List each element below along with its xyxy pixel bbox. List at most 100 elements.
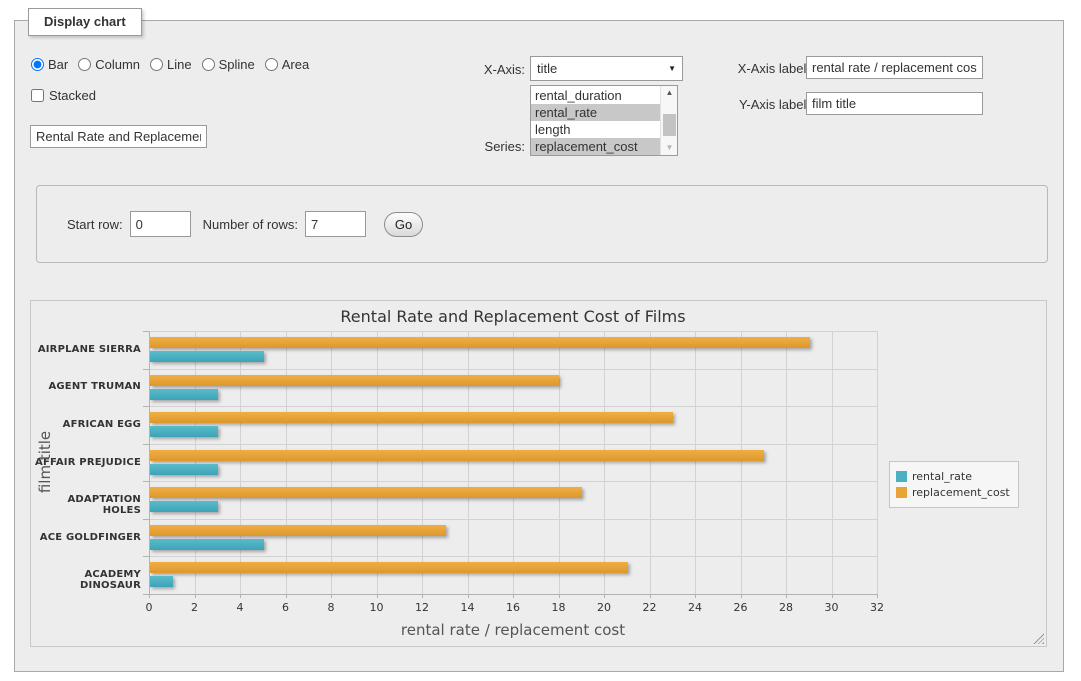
x-tick-label-8: 8 [316, 601, 346, 614]
legend-label-rental_rate: rental_rate [912, 470, 972, 483]
chart-title-input[interactable] [30, 125, 207, 148]
y-axis-label-field-label: Y-Axis label: [670, 97, 810, 112]
num-rows-input[interactable] [305, 211, 366, 237]
stacked-checkbox[interactable] [31, 89, 44, 102]
category-label-airplane-sierra: AIRPLANE SIERRA [31, 344, 141, 355]
chart-container: Rental Rate and Replacement Cost of Film… [30, 300, 1047, 647]
series-option-rental_duration[interactable]: rental_duration [531, 87, 660, 104]
panel-title: Display chart [28, 8, 142, 36]
gridline-y-3 [149, 444, 877, 445]
chart-type-radio-column[interactable] [78, 58, 91, 71]
chart-title: Rental Rate and Replacement Cost of Film… [149, 307, 877, 326]
x-axis-select-value: title [537, 61, 668, 76]
x-tick-label-28: 28 [771, 601, 801, 614]
chart-type-label-column: Column [95, 57, 140, 72]
x-tick-32 [877, 594, 878, 598]
bar-replacement_cost-adaptation-holes [150, 487, 582, 498]
y-axis-title: film title [36, 362, 54, 562]
gridline-y-5 [149, 519, 877, 520]
start-row-input[interactable] [130, 211, 191, 237]
x-axis-line [149, 594, 877, 595]
start-row-label: Start row: [67, 217, 123, 232]
x-axis-select[interactable]: title ▼ [530, 56, 683, 81]
x-axis-title: rental rate / replacement cost [149, 621, 877, 639]
bar-rental_rate-african-egg [150, 426, 218, 437]
gridline-x-16 [513, 331, 514, 594]
chart-type-option-area[interactable]: Area [265, 57, 309, 72]
x-axis-field-label: X-Axis: [385, 62, 525, 77]
bar-replacement_cost-agent-truman [150, 375, 559, 386]
display-chart-panel: Display chart BarColumnLineSplineArea St… [14, 20, 1064, 672]
chart-type-radio-group: Bar Column Line Spline Area [31, 57, 319, 72]
chart-type-option-bar[interactable]: Bar [31, 57, 68, 72]
gridline-x-32 [877, 331, 878, 594]
bar-replacement_cost-african-egg [150, 412, 673, 423]
scroll-down-icon[interactable]: ▼ [661, 141, 678, 155]
x-tick-label-14: 14 [453, 601, 483, 614]
series-listbox[interactable]: rental_durationrental_ratelengthreplacem… [530, 85, 678, 156]
chart-type-label-bar: Bar [48, 57, 68, 72]
bar-rental_rate-academy-dinosaur [150, 576, 173, 587]
go-button[interactable]: Go [384, 212, 423, 237]
x-tick-label-32: 32 [862, 601, 892, 614]
bar-replacement_cost-airplane-sierra [150, 337, 810, 348]
gridline-x-2 [195, 331, 196, 594]
bar-rental_rate-ace-goldfinger [150, 539, 264, 550]
num-rows-label: Number of rows: [203, 217, 298, 232]
gridline-x-24 [695, 331, 696, 594]
stacked-label[interactable]: Stacked [49, 88, 96, 103]
gridline-x-6 [286, 331, 287, 594]
series-option-length[interactable]: length [531, 121, 660, 138]
gridline-y-2 [149, 406, 877, 407]
chart-type-label-spline: Spline [219, 57, 255, 72]
series-options: rental_durationrental_ratelengthreplacem… [531, 87, 660, 155]
gridline-y-1 [149, 369, 877, 370]
y-axis-label-input[interactable] [806, 92, 983, 115]
chart-type-option-spline[interactable]: Spline [202, 57, 255, 72]
x-tick-label-0: 0 [134, 601, 164, 614]
category-label-academy-dinosaur: ACADEMY DINOSAUR [31, 569, 141, 591]
legend-swatch-replacement_cost [896, 487, 907, 498]
chart-type-radio-spline[interactable] [202, 58, 215, 71]
chart-type-radio-area[interactable] [265, 58, 278, 71]
x-tick-label-16: 16 [498, 601, 528, 614]
gridline-x-20 [604, 331, 605, 594]
bar-rental_rate-adaptation-holes [150, 501, 218, 512]
gridline-x-18 [559, 331, 560, 594]
gridline-x-22 [650, 331, 651, 594]
gridline-y-0 [149, 331, 877, 332]
stacked-checkbox-row: Stacked [31, 88, 96, 103]
legend-item-replacement_cost[interactable]: replacement_cost [896, 486, 1010, 499]
legend-swatch-rental_rate [896, 471, 907, 482]
legend-label-replacement_cost: replacement_cost [912, 486, 1010, 499]
chart-legend: rental_rate replacement_cost [889, 461, 1019, 508]
x-tick-label-24: 24 [680, 601, 710, 614]
chart-resize-handle-icon[interactable] [1033, 633, 1044, 644]
series-option-replacement_cost[interactable]: replacement_cost [531, 138, 660, 155]
x-tick-label-22: 22 [635, 601, 665, 614]
gridline-x-14 [468, 331, 469, 594]
x-axis-label-field-label: X-Axis label: [670, 61, 810, 76]
legend-item-rental_rate[interactable]: rental_rate [896, 470, 1010, 483]
gridline-y-6 [149, 556, 877, 557]
chart-type-radio-line[interactable] [150, 58, 163, 71]
x-axis-label-input[interactable] [806, 56, 983, 79]
gridline-x-10 [377, 331, 378, 594]
gridline-x-12 [422, 331, 423, 594]
gridline-x-28 [786, 331, 787, 594]
series-option-rental_rate[interactable]: rental_rate [531, 104, 660, 121]
chart-type-radio-bar[interactable] [31, 58, 44, 71]
x-tick-label-12: 12 [407, 601, 437, 614]
gridline-x-26 [741, 331, 742, 594]
gridline-x-4 [240, 331, 241, 594]
x-tick-label-6: 6 [271, 601, 301, 614]
chart-type-option-column[interactable]: Column [78, 57, 140, 72]
x-tick-label-4: 4 [225, 601, 255, 614]
series-field-label: Series: [385, 139, 525, 154]
bar-replacement_cost-academy-dinosaur [150, 562, 628, 573]
scrollbar-thumb[interactable] [663, 114, 676, 136]
y-axis-line [149, 331, 150, 594]
x-tick-label-26: 26 [726, 601, 756, 614]
chart-type-option-line[interactable]: Line [150, 57, 192, 72]
gridline-x-30 [832, 331, 833, 594]
